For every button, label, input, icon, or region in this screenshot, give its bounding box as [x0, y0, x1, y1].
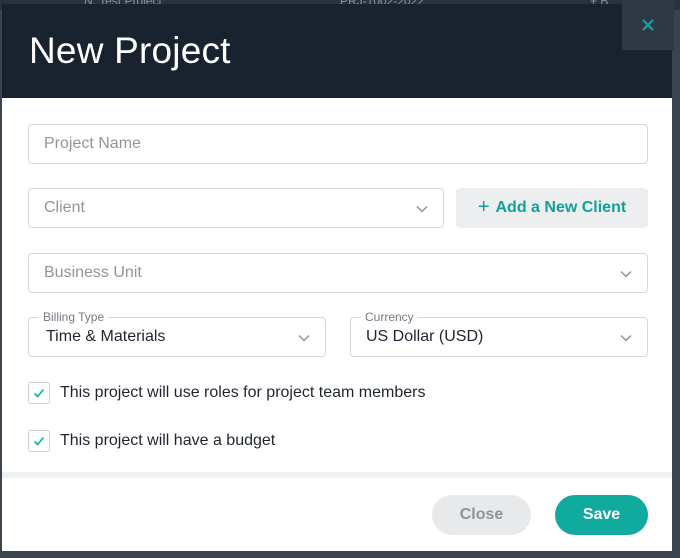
client-select[interactable]: Client: [28, 188, 444, 228]
add-new-client-button[interactable]: + Add a New Client: [456, 188, 648, 228]
chevron-down-icon: [297, 331, 311, 350]
billing-type-select[interactable]: Billing Type Time & Materials: [28, 310, 326, 357]
add-new-client-label: Add a New Client: [495, 199, 627, 216]
project-name-placeholder: Project Name: [44, 135, 141, 152]
new-project-dialog: New Project Project Name Client + Add a …: [2, 4, 672, 551]
close-dialog-button[interactable]: [622, 0, 674, 50]
budget-checkbox-label: This project will have a budget: [60, 432, 276, 449]
business-unit-placeholder: Business Unit: [44, 264, 142, 281]
budget-checkbox-row[interactable]: This project will have a budget: [28, 430, 275, 452]
roles-checkbox-row[interactable]: This project will use roles for project …: [28, 382, 425, 404]
checkmark-icon: [33, 388, 45, 398]
checkmark-icon: [33, 436, 45, 446]
chevron-down-icon: [619, 267, 633, 286]
dialog-title: New Project: [29, 30, 231, 71]
plus-icon: +: [477, 196, 490, 218]
client-placeholder: Client: [44, 199, 85, 216]
dialog-header: New Project: [2, 4, 672, 98]
footer-divider: [2, 472, 672, 478]
business-unit-select[interactable]: Business Unit: [28, 253, 648, 293]
billing-type-label: Billing Type: [39, 310, 109, 324]
save-button[interactable]: Save: [555, 495, 648, 535]
currency-value: US Dollar (USD): [366, 328, 484, 345]
roles-checkbox[interactable]: [28, 382, 50, 404]
project-name-input[interactable]: Project Name: [28, 124, 648, 164]
currency-select[interactable]: Currency US Dollar (USD): [350, 310, 648, 357]
roles-checkbox-label: This project will use roles for project …: [60, 384, 426, 401]
close-button[interactable]: Close: [432, 495, 531, 535]
currency-label: Currency: [361, 310, 418, 324]
budget-checkbox[interactable]: [28, 430, 50, 452]
chevron-down-icon: [619, 331, 633, 350]
chevron-down-icon: [415, 202, 429, 221]
billing-type-value: Time & Materials: [46, 328, 166, 345]
close-icon: [642, 19, 654, 31]
